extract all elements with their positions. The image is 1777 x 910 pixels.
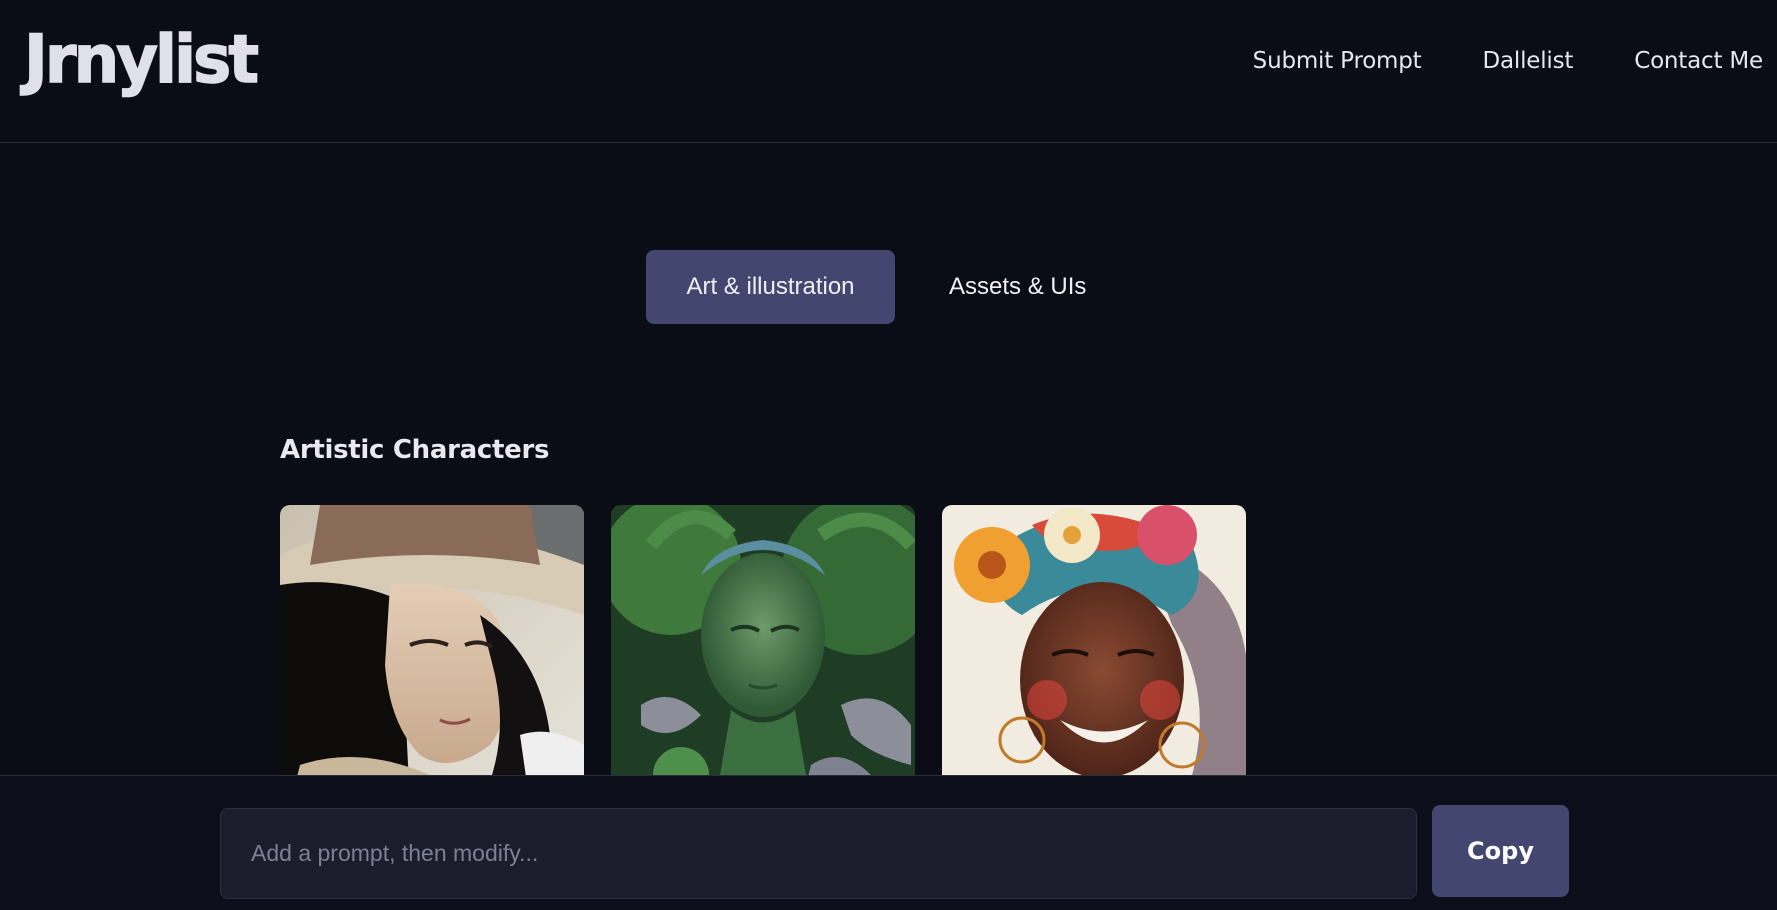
app-root: Jrnylist Submit Prompt Dallelist Contact… — [0, 0, 1777, 910]
nav-link-contact-me[interactable]: Contact Me — [1634, 44, 1763, 78]
watercolor-woman-flowers-image — [942, 505, 1246, 805]
copy-button[interactable]: Copy — [1432, 805, 1569, 897]
site-logo[interactable]: Jrnylist — [23, 14, 259, 106]
green-nature-goddess-image — [611, 505, 915, 805]
gallery-card-watercolor-woman[interactable] — [942, 505, 1246, 805]
image-gallery — [280, 505, 1246, 805]
woman-in-hat-image — [280, 505, 584, 805]
gallery-card-green-goddess[interactable] — [611, 505, 915, 805]
site-header: Jrnylist Submit Prompt Dallelist Contact… — [0, 0, 1777, 143]
category-tabs: Art & illustration Assets & UIs — [646, 250, 1124, 324]
nav-link-dallelist[interactable]: Dallelist — [1482, 44, 1573, 78]
section-title: Artistic Characters — [280, 435, 550, 465]
tab-assets-uis[interactable]: Assets & UIs — [911, 250, 1124, 324]
main-nav: Submit Prompt Dallelist Contact Me — [1192, 44, 1764, 78]
tab-art-illustration[interactable]: Art & illustration — [646, 250, 895, 324]
nav-link-submit-prompt[interactable]: Submit Prompt — [1253, 44, 1422, 78]
gallery-card-woman-in-hat[interactable] — [280, 505, 584, 805]
prompt-input[interactable] — [220, 808, 1417, 899]
prompt-bar: Copy — [0, 775, 1777, 910]
